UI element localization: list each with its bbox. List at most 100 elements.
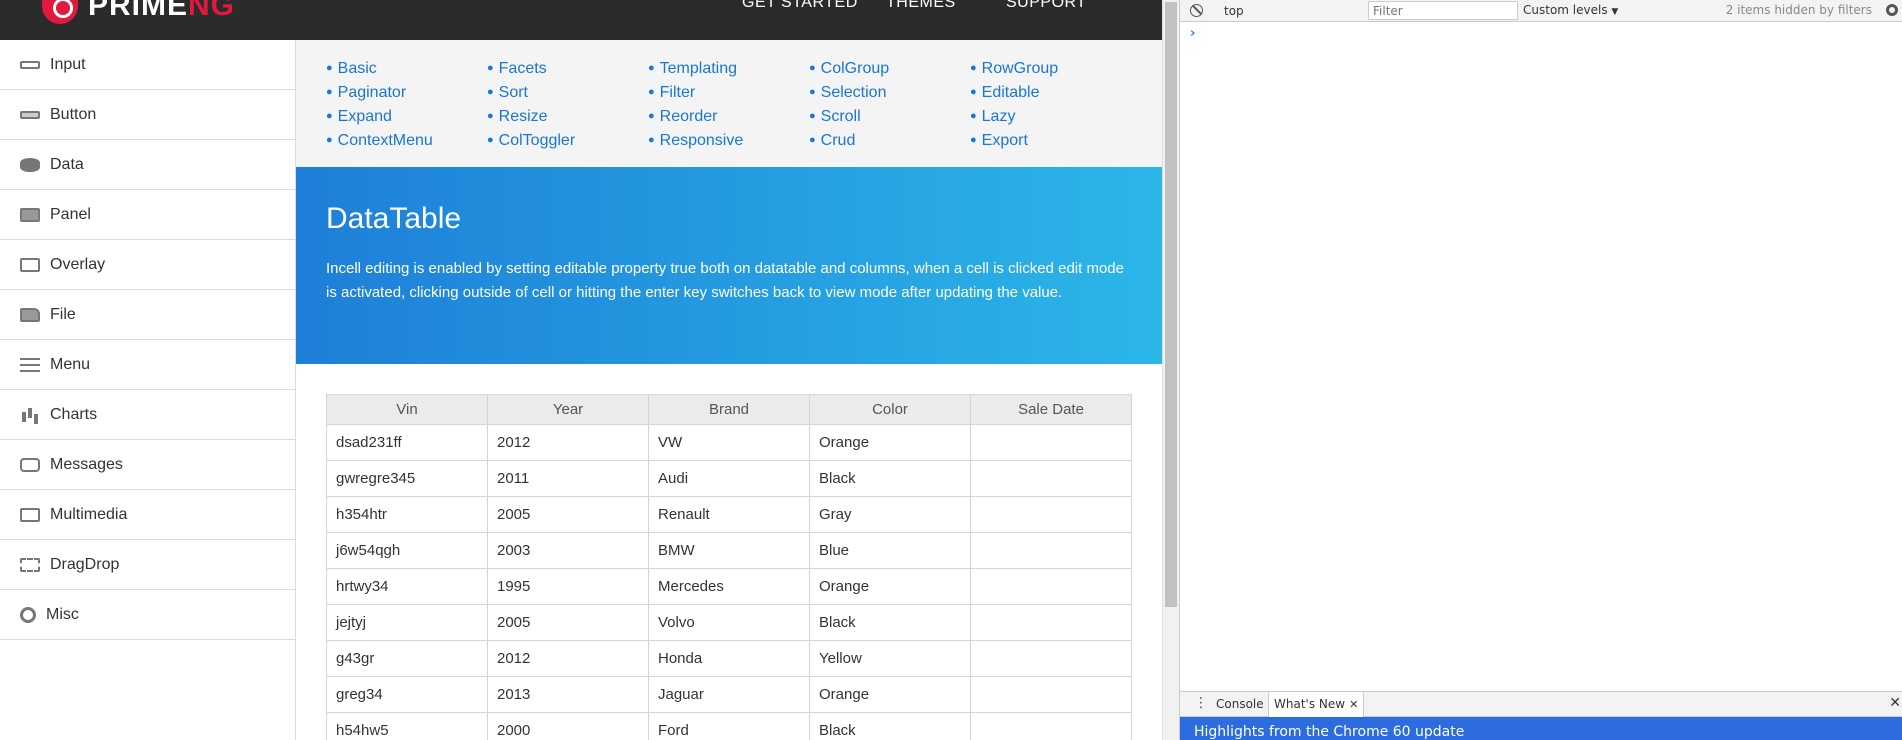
cell-sale-date[interactable] [970, 640, 1132, 677]
tab-whats-new-label: What's New [1274, 697, 1346, 711]
cell-color[interactable]: Orange [809, 424, 971, 461]
cell-year[interactable]: 2003 [487, 532, 649, 569]
feature-link-basic[interactable]: Basic [326, 60, 377, 78]
cell-vin[interactable]: j6w54qgh [326, 532, 488, 569]
scrollbar-thumb[interactable] [1165, 2, 1177, 607]
sidebar-item-input[interactable]: Input [0, 40, 295, 90]
cell-sale-date[interactable] [970, 460, 1132, 497]
feature-link-colgroup[interactable]: ColGroup [809, 60, 889, 78]
cell-color[interactable]: Black [809, 712, 971, 740]
feature-link-resize[interactable]: Resize [487, 108, 548, 126]
cell-vin[interactable]: greg34 [326, 676, 488, 713]
feature-link-facets[interactable]: Facets [487, 60, 547, 78]
sidebar-item-label: Data [50, 155, 84, 173]
feature-link-scroll[interactable]: Scroll [809, 108, 861, 126]
cell-year[interactable]: 2013 [487, 676, 649, 713]
sidebar-item-multimedia[interactable]: Multimedia [0, 490, 295, 540]
sidebar-item-button[interactable]: Button [0, 90, 295, 140]
cell-color[interactable]: Yellow [809, 640, 971, 677]
cell-year[interactable]: 1995 [487, 568, 649, 605]
nav-support[interactable]: SUPPORT [1006, 0, 1087, 12]
context-selector[interactable]: top ▼ [1224, 3, 1384, 19]
sidebar-item-dragdrop[interactable]: DragDrop [0, 540, 295, 590]
cell-vin[interactable]: h354htr [326, 496, 488, 533]
sidebar-item-overlay[interactable]: Overlay [0, 240, 295, 290]
cell-brand[interactable]: VW [648, 424, 810, 461]
column-header-year[interactable]: Year [487, 394, 649, 425]
drawer-menu-kebab-icon[interactable]: ⋮ [1194, 695, 1208, 711]
cell-year[interactable]: 2005 [487, 604, 649, 641]
close-drawer-icon[interactable]: ✕ [1889, 695, 1901, 711]
log-levels-dropdown[interactable]: Custom levels ▼ [1523, 3, 1618, 17]
cell-sale-date[interactable] [970, 604, 1132, 641]
sidebar-item-data[interactable]: Data [0, 140, 295, 190]
feature-link-crud[interactable]: Crud [809, 132, 856, 150]
feature-link-templating[interactable]: Templating [648, 60, 737, 78]
cell-brand[interactable]: Volvo [648, 604, 810, 641]
cell-year[interactable]: 2012 [487, 424, 649, 461]
feature-link-sort[interactable]: Sort [487, 84, 528, 102]
cell-color[interactable]: Orange [809, 676, 971, 713]
close-tab-icon[interactable]: ✕ [1349, 698, 1358, 711]
sidebar-item-messages[interactable]: Messages [0, 440, 295, 490]
console-settings-gear-icon[interactable] [1886, 4, 1898, 16]
cell-vin[interactable]: dsad231ff [326, 424, 488, 461]
column-header-brand[interactable]: Brand [648, 394, 810, 425]
clear-console-icon[interactable] [1190, 4, 1203, 17]
tab-whats-new[interactable]: What's New ✕ [1268, 692, 1365, 717]
cell-sale-date[interactable] [970, 568, 1132, 605]
feature-link-expand[interactable]: Expand [326, 108, 392, 126]
sidebar-item-file[interactable]: File [0, 290, 295, 340]
cell-brand[interactable]: Mercedes [648, 568, 810, 605]
feature-link-filter[interactable]: Filter [648, 84, 696, 102]
cell-sale-date[interactable] [970, 712, 1132, 740]
cell-year[interactable]: 2011 [487, 460, 649, 497]
console-prompt-icon[interactable]: › [1190, 26, 1195, 41]
console-filter-input[interactable] [1368, 1, 1518, 20]
page-scrollbar[interactable] [1162, 0, 1179, 740]
cell-sale-date[interactable] [970, 532, 1132, 569]
feature-link-paginator[interactable]: Paginator [326, 84, 407, 102]
nav-get-started[interactable]: GET STARTED [742, 0, 858, 12]
cell-sale-date[interactable] [970, 676, 1132, 713]
cell-color[interactable]: Blue [809, 532, 971, 569]
cell-vin[interactable]: g43gr [326, 640, 488, 677]
cell-color[interactable]: Black [809, 604, 971, 641]
sidebar-item-menu[interactable]: Menu [0, 340, 295, 390]
cell-year[interactable]: 2012 [487, 640, 649, 677]
cell-brand[interactable]: Audi [648, 460, 810, 497]
cell-color[interactable]: Black [809, 460, 971, 497]
cell-vin[interactable]: h54hw5 [326, 712, 488, 740]
cell-year[interactable]: 2000 [487, 712, 649, 740]
cell-sale-date[interactable] [970, 496, 1132, 533]
feature-link-editable[interactable]: Editable [970, 84, 1040, 102]
cell-brand[interactable]: Renault [648, 496, 810, 533]
cell-brand[interactable]: BMW [648, 532, 810, 569]
cell-brand[interactable]: Ford [648, 712, 810, 740]
cell-color[interactable]: Orange [809, 568, 971, 605]
feature-link-coltoggler[interactable]: ColToggler [487, 132, 575, 150]
feature-link-responsive[interactable]: Responsive [648, 132, 744, 150]
column-header-color[interactable]: Color [809, 394, 971, 425]
sidebar-item-charts[interactable]: Charts [0, 390, 295, 440]
feature-link-lazy[interactable]: Lazy [970, 108, 1016, 126]
cell-vin[interactable]: gwregre345 [326, 460, 488, 497]
feature-link-rowgroup[interactable]: RowGroup [970, 60, 1058, 78]
cell-brand[interactable]: Jaguar [648, 676, 810, 713]
cell-sale-date[interactable] [970, 424, 1132, 461]
feature-link-selection[interactable]: Selection [809, 84, 887, 102]
cell-brand[interactable]: Honda [648, 640, 810, 677]
sidebar-item-misc[interactable]: Misc [0, 590, 295, 640]
cell-color[interactable]: Gray [809, 496, 971, 533]
column-header-vin[interactable]: Vin [326, 394, 488, 425]
cell-year[interactable]: 2005 [487, 496, 649, 533]
cell-vin[interactable]: jejtyj [326, 604, 488, 641]
feature-link-export[interactable]: Export [970, 132, 1028, 150]
feature-link-reorder[interactable]: Reorder [648, 108, 718, 126]
cell-vin[interactable]: hrtwy34 [326, 568, 488, 605]
nav-themes[interactable]: THEMES [886, 0, 956, 12]
feature-link-contextmenu[interactable]: ContextMenu [326, 132, 433, 150]
column-header-sale-date[interactable]: Sale Date [970, 394, 1132, 425]
tab-console[interactable]: Console [1211, 692, 1269, 717]
sidebar-item-panel[interactable]: Panel [0, 190, 295, 240]
